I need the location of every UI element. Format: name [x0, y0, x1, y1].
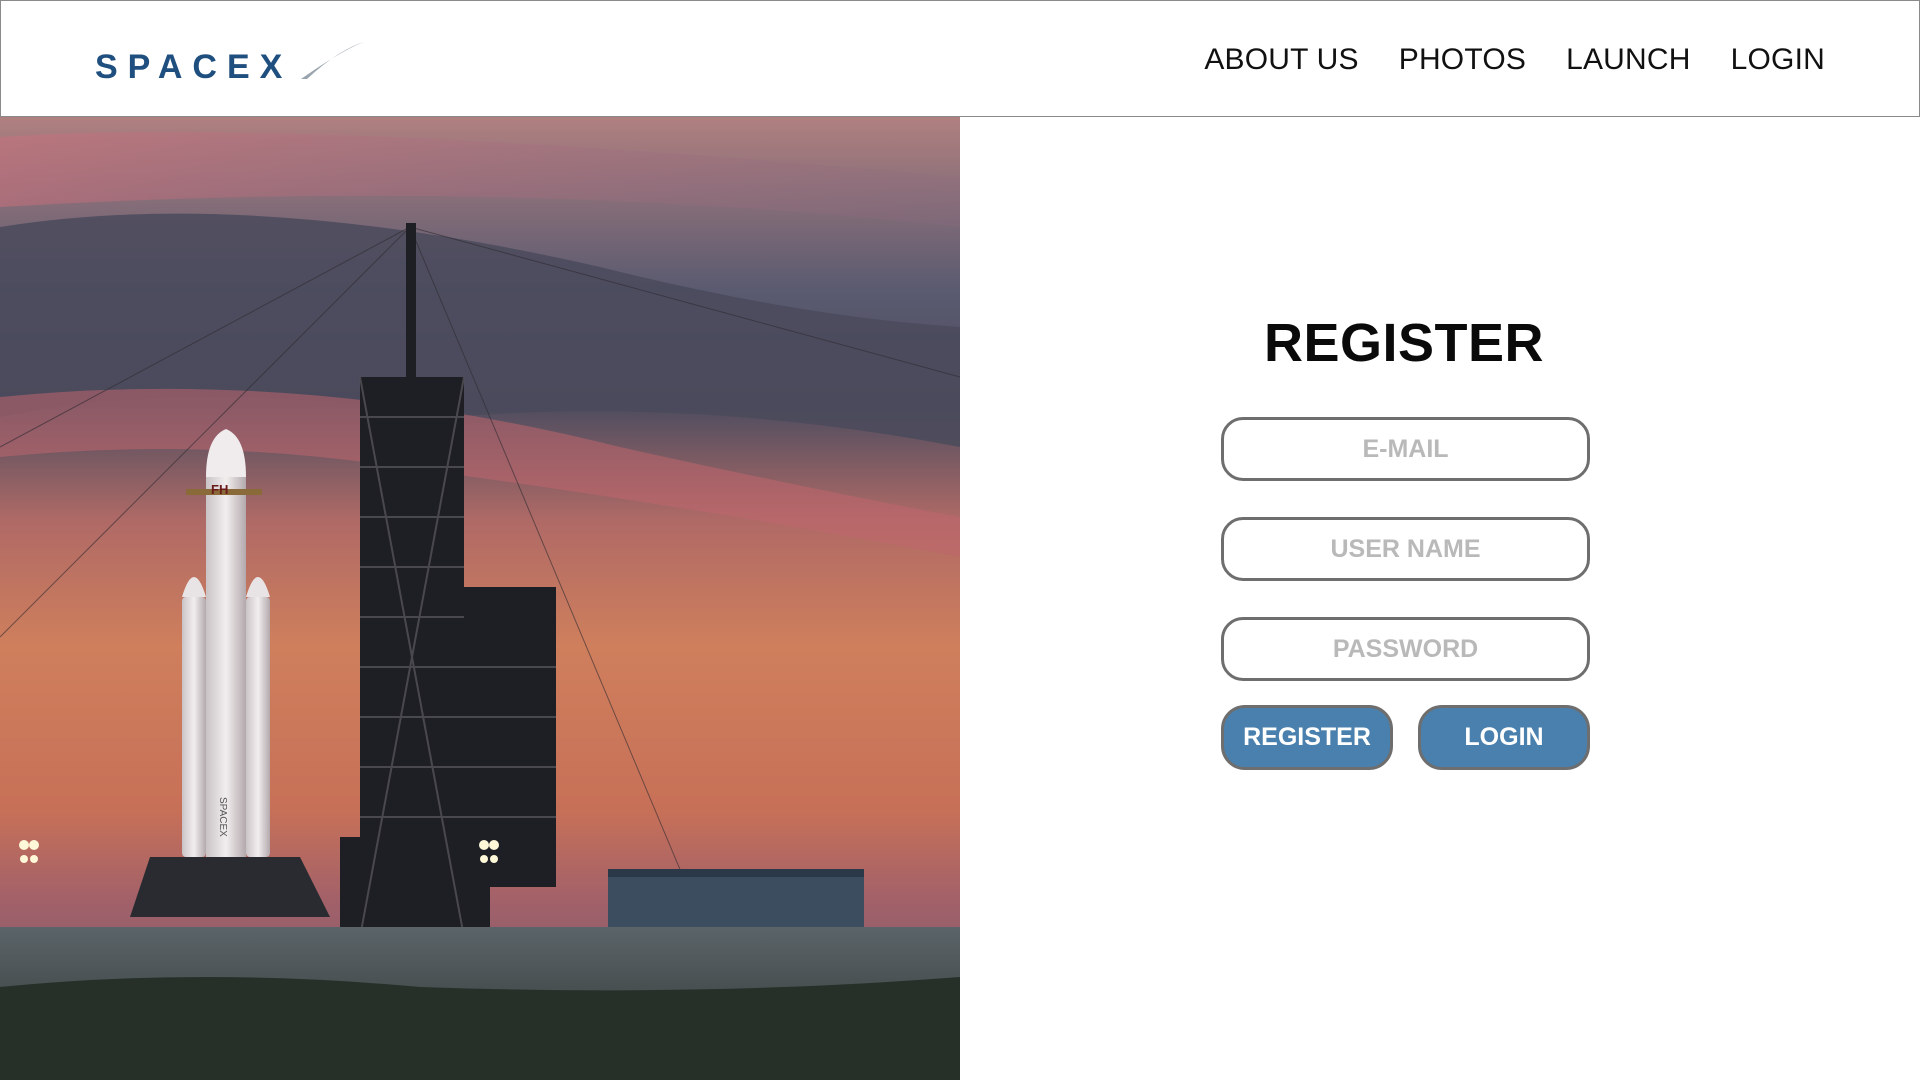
register-button[interactable]: REGISTER: [1221, 705, 1393, 770]
svg-text:FH: FH: [211, 482, 228, 497]
svg-text:SPACEX: SPACEX: [95, 48, 292, 83]
login-button[interactable]: LOGIN: [1418, 705, 1590, 770]
top-nav-bar: SPACEX ABOUT US PHOTOS LAUNCH LOGIN: [0, 0, 1920, 117]
password-field[interactable]: [1221, 617, 1590, 681]
main-nav: ABOUT US PHOTOS LAUNCH LOGIN: [1204, 1, 1825, 118]
nav-photos[interactable]: PHOTOS: [1399, 43, 1526, 77]
spacex-logo[interactable]: SPACEX: [95, 39, 375, 86]
svg-text:SPACEX: SPACEX: [217, 797, 228, 837]
username-field[interactable]: [1221, 517, 1590, 581]
nav-login[interactable]: LOGIN: [1731, 43, 1825, 77]
nav-launch[interactable]: LAUNCH: [1566, 43, 1691, 77]
register-title: REGISTER: [1263, 313, 1545, 373]
nav-about-us[interactable]: ABOUT US: [1204, 43, 1358, 77]
hero-rocket-image: FH SPACEX: [0, 117, 960, 1080]
email-field[interactable]: [1221, 417, 1590, 481]
register-panel: REGISTER REGISTER LOGIN: [960, 117, 1920, 1080]
